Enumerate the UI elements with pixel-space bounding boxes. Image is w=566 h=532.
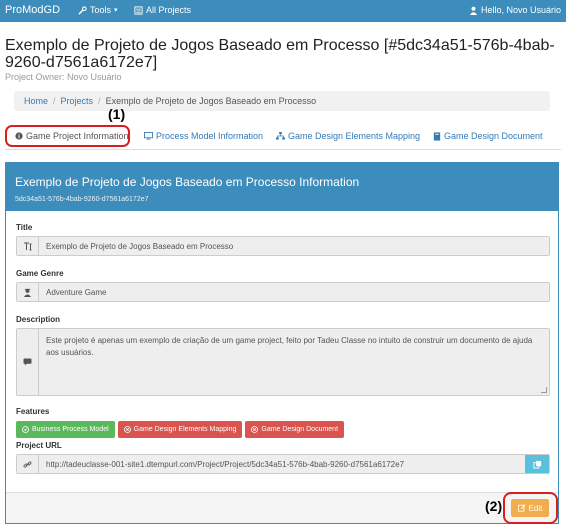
annotation-two: (2) <box>485 498 503 514</box>
game-genre-value: Adventure Game <box>39 283 549 301</box>
check-circle-icon <box>22 426 29 433</box>
caret-down-icon: ▾ <box>114 7 118 14</box>
copy-url-button[interactable] <box>525 455 549 473</box>
features-label: Features <box>16 407 50 416</box>
feature-game-design-elements-mapping[interactable]: Game Design Elements Mapping <box>117 421 243 438</box>
tab-label: Process Model Information <box>156 131 264 141</box>
comment-icon <box>17 329 39 395</box>
link-icon <box>17 455 39 473</box>
breadcrumb-projects[interactable]: Projects <box>61 96 94 106</box>
breadcrumb-separator: / <box>53 96 56 106</box>
breadcrumb: Home / Projects / Exemplo de Projeto de … <box>14 91 550 111</box>
breadcrumb-separator: / <box>98 96 101 106</box>
description-field: Este projeto é apenas um exemplo de cria… <box>16 328 550 396</box>
game-genre-label: Game Genre <box>16 269 64 278</box>
tab-label: Game Design Elements Mapping <box>288 131 421 141</box>
feature-label: Game Design Elements Mapping <box>133 426 237 433</box>
times-circle-icon <box>123 426 131 433</box>
page-title: Exemplo de Projeto de Jogos Baseado em P… <box>5 37 555 71</box>
feature-game-design-document[interactable]: Game Design Document <box>245 421 345 438</box>
copy-icon <box>532 460 541 469</box>
description-value: Este projeto é apenas um exemplo de cria… <box>39 329 549 395</box>
breadcrumb-home[interactable]: Home <box>24 96 48 106</box>
user-secret-icon <box>17 283 39 301</box>
features-list: Business Process Model Game Design Eleme… <box>16 421 345 438</box>
all-projects-link[interactable]: All Projects <box>134 5 191 15</box>
project-owner: Project Owner: Novo Usuário <box>5 72 122 82</box>
user-icon <box>469 6 478 15</box>
tab-label: Game Design Document <box>444 131 543 141</box>
tab-game-design-document[interactable]: Game Design Document <box>433 131 543 141</box>
panel-body: Title Exemplo de Projeto de Jogos Basead… <box>6 211 558 494</box>
project-information-panel: Exemplo de Projeto de Jogos Baseado em P… <box>5 162 559 524</box>
highlight-edit-button <box>503 492 558 524</box>
feature-label: Game Design Document <box>261 426 339 433</box>
wrench-icon <box>78 5 87 15</box>
panel-title: Exemplo de Projeto de Jogos Baseado em P… <box>15 175 360 189</box>
monitor-icon <box>144 132 153 140</box>
all-projects-label: All Projects <box>146 5 192 15</box>
tools-menu-label: Tools <box>90 5 112 15</box>
list-icon <box>134 5 143 15</box>
brand-logo[interactable]: ProModGD <box>5 4 60 16</box>
resize-handle[interactable] <box>541 387 547 393</box>
project-url-field: http://tadeuclasse-001-site1.dtempurl.co… <box>16 454 550 474</box>
project-url-value[interactable]: http://tadeuclasse-001-site1.dtempurl.co… <box>39 455 525 473</box>
description-text: Este projeto é apenas um exemplo de cria… <box>46 336 533 357</box>
feature-business-process-model[interactable]: Business Process Model <box>16 421 115 438</box>
highlight-game-project-information <box>5 125 130 147</box>
breadcrumb-current: Exemplo de Projeto de Jogos Baseado em P… <box>105 96 317 106</box>
sitemap-icon <box>276 132 285 140</box>
panel-header: Exemplo de Projeto de Jogos Baseado em P… <box>6 163 558 211</box>
title-label: Title <box>16 223 33 232</box>
title-value: Exemplo de Projeto de Jogos Baseado em P… <box>39 237 549 255</box>
game-genre-field: Adventure Game <box>16 282 550 302</box>
feature-label: Business Process Model <box>32 426 109 433</box>
title-field: Exemplo de Projeto de Jogos Baseado em P… <box>16 236 550 256</box>
times-circle-icon <box>251 426 259 433</box>
user-greeting: Hello, Novo Usuário <box>480 5 561 15</box>
panel-project-id: 5dc34a51-576b-4bab-9260-d7561a6172e7 <box>15 196 149 203</box>
tools-menu[interactable]: Tools ▾ <box>78 5 118 15</box>
tab-process-model-information[interactable]: Process Model Information <box>144 131 263 141</box>
annotation-one: (1) <box>108 106 126 122</box>
book-icon <box>433 131 441 141</box>
top-navbar: ProModGD Tools ▾ All Projects Hello, Nov… <box>0 0 566 22</box>
description-label: Description <box>16 315 61 324</box>
panel-footer <box>6 492 558 523</box>
user-menu[interactable]: Hello, Novo Usuário <box>469 5 561 15</box>
tab-game-design-elements-mapping[interactable]: Game Design Elements Mapping <box>276 131 420 141</box>
project-url-label: Project URL <box>16 441 62 450</box>
text-height-icon <box>17 237 39 255</box>
